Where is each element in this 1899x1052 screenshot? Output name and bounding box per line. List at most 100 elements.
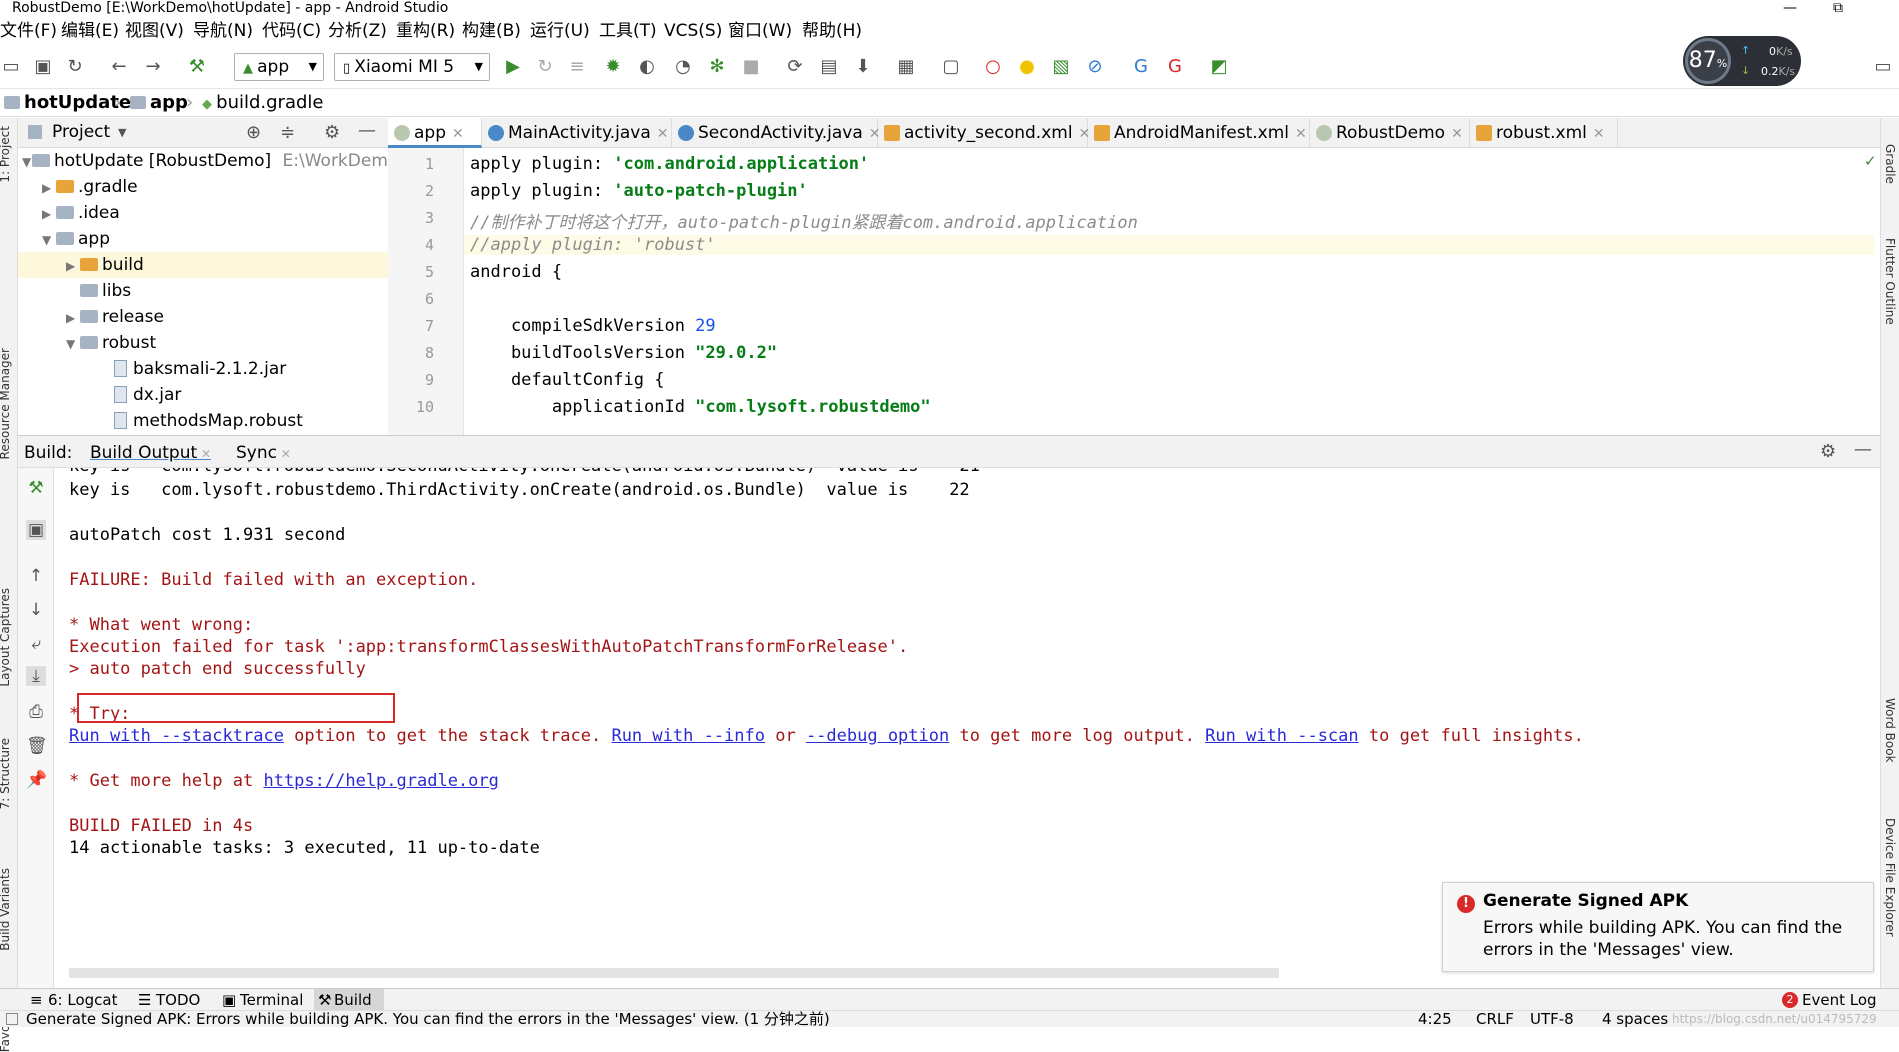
tool-word-book[interactable]: Word Book — [1883, 698, 1897, 763]
toggle-view-icon[interactable]: ▣ — [26, 520, 46, 540]
file-encoding[interactable]: UTF-8 — [1530, 1011, 1574, 1028]
menu-vcs[interactable]: VCS(S) — [664, 21, 722, 41]
tab-robust-xml[interactable]: robust.xml ✕ — [1470, 118, 1618, 148]
info-link[interactable]: Run with --info — [611, 726, 765, 746]
tool-resource-manager[interactable]: Resource Manager — [0, 348, 12, 459]
caret-position[interactable]: 4:25 — [1418, 1011, 1452, 1028]
bulb-icon[interactable]: ● — [1016, 56, 1038, 78]
open-folder-icon[interactable]: ▭ — [0, 56, 22, 78]
save-icon[interactable]: ▣ — [32, 56, 54, 78]
menu-navigate[interactable]: 导航(N) — [193, 21, 253, 41]
breadcrumb-module[interactable]: app — [130, 93, 188, 113]
translate-icon[interactable]: G — [1130, 56, 1152, 78]
translate-alt-icon[interactable]: G — [1164, 56, 1186, 78]
apply-changes-icon[interactable]: ↻ — [534, 56, 556, 78]
tool-flutter-outline[interactable]: Flutter Outline — [1883, 238, 1897, 325]
close-icon[interactable]: ✕ — [1451, 126, 1463, 142]
debug-link[interactable]: --debug option — [806, 726, 949, 746]
cast-icon[interactable]: ◩ — [1208, 56, 1230, 78]
menu-analyze[interactable]: 分析(Z) — [328, 21, 387, 41]
tool-structure[interactable]: 7: Structure — [0, 738, 12, 809]
tool-device-file-explorer[interactable]: Device File Explorer — [1883, 818, 1897, 937]
tree-item-libs[interactable]: libs — [18, 278, 388, 304]
menu-tools[interactable]: 工具(T) — [599, 21, 657, 41]
locate-icon[interactable]: ⊕ — [246, 122, 261, 143]
project-structure-icon[interactable]: ▦ — [895, 56, 917, 78]
coverage-icon[interactable]: ◐ — [636, 56, 658, 78]
indent-setting[interactable]: 4 spaces — [1602, 1011, 1668, 1028]
tree-item-methodsmap[interactable]: methodsMap.robust — [18, 408, 388, 434]
print-icon[interactable]: ⎙ — [26, 702, 46, 722]
tree-item-robust[interactable]: ▼ robust — [18, 330, 388, 356]
tab-logcat[interactable]: ≡ 6: Logcat — [28, 989, 117, 1011]
rebuild-hammer-icon[interactable]: ⚒ — [26, 478, 46, 498]
menu-edit[interactable]: 编辑(E) — [61, 21, 119, 41]
menu-code[interactable]: 代码(C) — [262, 21, 321, 41]
menu-view[interactable]: 视图(V) — [125, 21, 184, 41]
menu-file[interactable]: 文件(F) — [0, 21, 57, 41]
tab-robustdemo[interactable]: RobustDemo ✕ — [1310, 118, 1470, 148]
down-arrow-icon[interactable]: ↓ — [26, 600, 46, 620]
minimize-button[interactable]: — — [1770, 0, 1810, 17]
tab-terminal[interactable]: ▣ Terminal — [220, 989, 303, 1011]
close-icon[interactable]: ✕ — [1593, 126, 1605, 142]
run-icon[interactable]: ▶ — [502, 56, 524, 78]
tree-item-dx[interactable]: dx.jar — [18, 382, 388, 408]
line-separator[interactable]: CRLF — [1476, 1011, 1514, 1028]
gear-icon[interactable]: ⚙ — [324, 122, 340, 143]
tab-second-activity[interactable]: SecondActivity.java ✕ — [672, 118, 880, 148]
notification-balloon[interactable]: ! Generate Signed APK Errors while build… — [1442, 882, 1874, 972]
event-log-button[interactable]: 2 Event Log — [1782, 989, 1877, 1011]
block-icon[interactable]: ⊘ — [1084, 56, 1106, 78]
device-select[interactable]: ▯ Xiaomi MI 5 ▼ — [334, 53, 490, 81]
tab-todo[interactable]: ☰ TODO — [136, 989, 200, 1011]
up-arrow-icon[interactable]: ↑ — [26, 566, 46, 586]
tab-build-output[interactable]: Build Output ✕ — [90, 443, 211, 463]
attach-debugger-icon[interactable]: ✻ — [706, 56, 728, 78]
apply-code-icon[interactable]: ≡ — [566, 56, 588, 78]
breadcrumb-file[interactable]: ◆ build.gradle — [202, 93, 323, 115]
avd-manager-icon[interactable]: ▤ — [818, 56, 840, 78]
tab-build[interactable]: ⚒ Build — [314, 989, 384, 1011]
profile-icon[interactable]: ◔ — [672, 56, 694, 78]
breadcrumb-project[interactable]: hotUpdate — [4, 93, 131, 113]
menu-refactor[interactable]: 重构(R) — [396, 21, 455, 41]
forward-icon[interactable]: → — [142, 56, 164, 78]
gear-icon[interactable]: ⚙ — [1820, 441, 1836, 462]
close-icon[interactable]: ✕ — [1295, 126, 1307, 142]
menu-run[interactable]: 运行(U) — [530, 21, 590, 41]
scroll-to-end-icon[interactable]: ⤓ — [26, 666, 46, 686]
tab-app[interactable]: app ✕ — [388, 118, 482, 148]
tree-item-baksmali[interactable]: baksmali-2.1.2.jar — [18, 356, 388, 382]
hide-icon[interactable]: — — [358, 120, 376, 141]
tool-build-variants[interactable]: Build Variants — [0, 868, 12, 951]
layout-inspector-icon[interactable]: ▢ — [940, 56, 962, 78]
close-icon[interactable]: ✕ — [657, 126, 669, 142]
menu-build[interactable]: 构建(B) — [462, 21, 521, 41]
back-icon[interactable]: ← — [108, 56, 130, 78]
sdk-manager-icon[interactable]: ⬇ — [852, 56, 874, 78]
horizontal-scrollbar[interactable] — [69, 968, 1279, 978]
tool-gradle[interactable]: Gradle — [1883, 144, 1897, 184]
collapse-icon[interactable]: ≑ — [280, 122, 295, 143]
run-config-select[interactable]: ▲ app ▼ — [234, 53, 324, 81]
stop-icon[interactable]: ■ — [740, 56, 762, 78]
tab-main-activity[interactable]: MainActivity.java ✕ — [482, 118, 672, 148]
hide-icon[interactable]: — — [1854, 439, 1872, 460]
debug-icon[interactable]: ✹ — [602, 56, 624, 78]
chart-icon[interactable]: ▧ — [1050, 56, 1072, 78]
tree-item-gradle[interactable]: ▶ .gradle — [18, 174, 388, 200]
tool-project[interactable]: 1: Project — [0, 126, 12, 183]
tree-item-build[interactable]: ▶ build — [18, 252, 388, 278]
sync-icon[interactable]: ↻ — [64, 56, 86, 78]
tab-android-manifest[interactable]: AndroidManifest.xml ✕ — [1088, 118, 1310, 148]
gradle-sync-icon[interactable]: ⟳ — [784, 56, 806, 78]
menu-help[interactable]: 帮助(H) — [802, 21, 862, 41]
project-view-select[interactable]: Project — [52, 122, 110, 142]
tree-item-app[interactable]: ▼ app — [18, 226, 388, 252]
restore-button[interactable]: ⧉ — [1818, 0, 1858, 17]
pin-icon[interactable]: 📌 — [26, 770, 47, 790]
make-hammer-icon[interactable]: ⚒ — [186, 56, 208, 78]
soft-wrap-icon[interactable]: ⤶ — [26, 634, 46, 654]
stacktrace-link[interactable]: Run with --stacktrace — [69, 726, 284, 746]
